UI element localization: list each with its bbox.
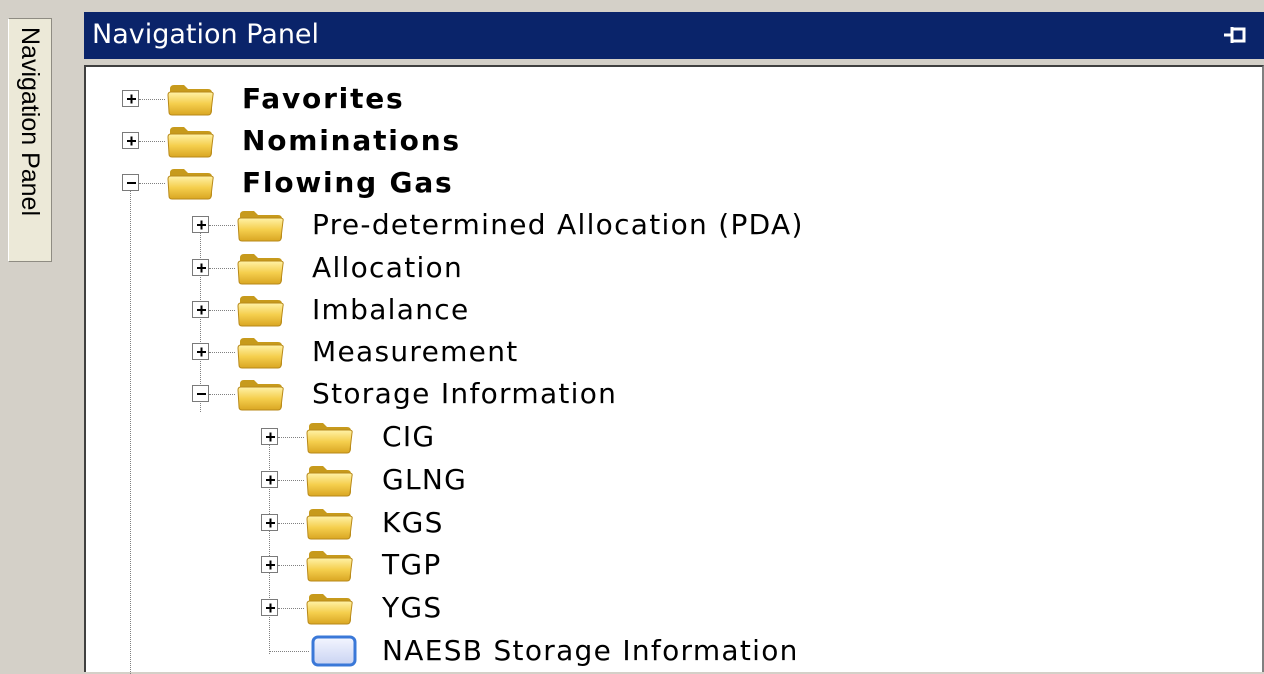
folder-icon — [236, 292, 286, 328]
tree-node-label: Nominations — [242, 124, 461, 157]
tree-node-tgp[interactable]: TGP — [86, 545, 1186, 585]
expand-icon[interactable] — [261, 556, 278, 573]
tree-node-flowing-gas[interactable]: Flowing Gas — [86, 163, 1186, 203]
tree-node-naesb-storage-information[interactable]: NAESB Storage Information — [86, 631, 1186, 671]
expand-icon[interactable] — [122, 90, 139, 107]
tree-node-label: Storage Information — [312, 377, 618, 410]
pin-icon[interactable] — [1220, 22, 1250, 48]
folder-icon — [166, 81, 216, 117]
navigation-panel-side-tab[interactable]: Navigation Panel — [8, 18, 52, 262]
tree-node-label: TGP — [382, 548, 442, 581]
expand-icon[interactable] — [261, 599, 278, 616]
folder-icon — [305, 547, 355, 583]
tree-node-label: NAESB Storage Information — [382, 634, 799, 667]
document-icon — [311, 635, 357, 667]
tree-node-label: KGS — [382, 506, 444, 539]
tree-node-label: CIG — [382, 420, 436, 453]
expand-icon[interactable] — [122, 132, 139, 149]
expand-icon[interactable] — [192, 301, 209, 318]
tree-node-cig[interactable]: CIG — [86, 417, 1186, 457]
tree-node-favorites[interactable]: Favorites — [86, 79, 1186, 119]
collapse-icon[interactable] — [122, 174, 139, 191]
tree-node-glng[interactable]: GLNG — [86, 460, 1186, 500]
folder-icon — [236, 334, 286, 370]
tree-node-label: Allocation — [312, 251, 464, 284]
tree-node-label: GLNG — [382, 463, 468, 496]
navigation-tree: Favorites Nominations Flowing Gas Pre-de… — [84, 65, 1264, 674]
folder-icon — [236, 250, 286, 286]
folder-open-icon — [236, 376, 286, 412]
folder-icon — [305, 462, 355, 498]
tree-node-label: Favorites — [242, 82, 405, 115]
folder-icon — [236, 207, 286, 243]
folder-icon — [305, 590, 355, 626]
tree-node-measurement[interactable]: Measurement — [86, 332, 1186, 372]
tree-node-storage-information[interactable]: Storage Information — [86, 374, 1186, 414]
tree-node-label: Pre-determined Allocation (PDA) — [312, 208, 804, 241]
panel-titlebar: Navigation Panel — [84, 12, 1264, 59]
tree-node-label: Imbalance — [312, 293, 470, 326]
tree-node-ygs[interactable]: YGS — [86, 588, 1186, 628]
expand-icon[interactable] — [261, 471, 278, 488]
tree-node-kgs[interactable]: KGS — [86, 503, 1186, 543]
folder-open-icon — [166, 165, 216, 201]
collapse-icon[interactable] — [192, 385, 209, 402]
expand-icon[interactable] — [261, 428, 278, 445]
folder-icon — [305, 419, 355, 455]
folder-icon — [166, 123, 216, 159]
tree-node-nominations[interactable]: Nominations — [86, 121, 1186, 161]
tree-node-label: YGS — [382, 591, 443, 624]
panel-title: Navigation Panel — [92, 19, 320, 50]
side-tab-label: Navigation Panel — [16, 27, 44, 217]
expand-icon[interactable] — [261, 514, 278, 531]
tree-node-label: Flowing Gas — [242, 166, 454, 199]
tree-node-imbalance[interactable]: Imbalance — [86, 290, 1186, 330]
expand-icon[interactable] — [192, 216, 209, 233]
expand-icon[interactable] — [192, 343, 209, 360]
tree-node-allocation[interactable]: Allocation — [86, 248, 1186, 288]
navigation-panel: Navigation Panel Favorites Nominations F… — [84, 12, 1264, 674]
folder-icon — [305, 505, 355, 541]
expand-icon[interactable] — [192, 259, 209, 276]
tree-node-label: Measurement — [312, 335, 519, 368]
tree-node-pda[interactable]: Pre-determined Allocation (PDA) — [86, 205, 1186, 245]
